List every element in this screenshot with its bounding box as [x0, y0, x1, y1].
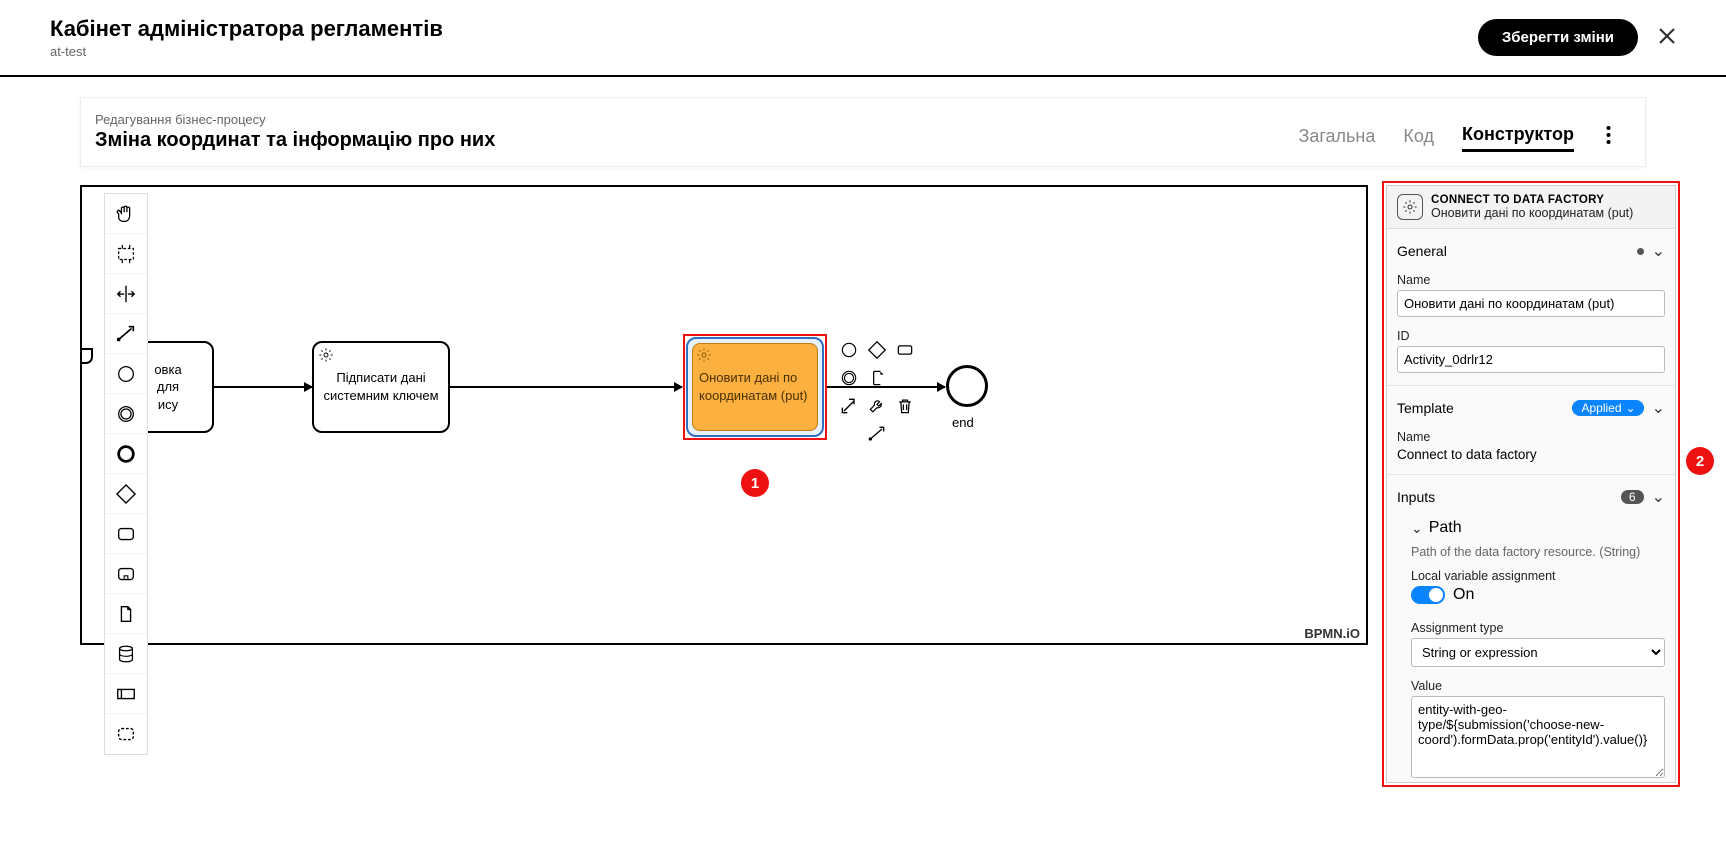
- panel-header-subtitle: Оновити дані по координатам (put): [1431, 206, 1633, 220]
- gear-icon: [318, 347, 334, 368]
- chevron-down-icon: ⌄: [1652, 398, 1665, 418]
- context-pad: [836, 337, 918, 447]
- annotation-selection-1: [683, 334, 827, 440]
- pad-wrench-icon[interactable]: [864, 393, 890, 419]
- tab-code[interactable]: Код: [1403, 126, 1434, 151]
- tool-start-event-icon[interactable]: [105, 354, 147, 394]
- callout-marker-1: 1: [741, 469, 769, 497]
- app-header: Кабінет адміністратора регламентів at-te…: [0, 0, 1726, 77]
- value-textarea[interactable]: [1411, 696, 1665, 778]
- changed-indicator-icon: [1637, 248, 1644, 255]
- tool-subprocess-icon[interactable]: [105, 554, 147, 594]
- inputs-count-badge: 6: [1621, 490, 1644, 504]
- field-label: Value: [1411, 679, 1665, 693]
- panel-header: CONNECT TO DATA FACTORY Оновити дані по …: [1387, 186, 1675, 229]
- task-sign[interactable]: Підписати дані системним ключем: [312, 341, 450, 433]
- app-title: Кабінет адміністратора регламентів: [50, 16, 443, 42]
- group-general-header[interactable]: General ⌄: [1387, 233, 1675, 269]
- tool-gateway-icon[interactable]: [105, 474, 147, 514]
- local-var-toggle[interactable]: [1411, 586, 1445, 604]
- field-label: Local variable assignment: [1411, 569, 1665, 583]
- chevron-down-icon: ⌄: [1652, 241, 1665, 261]
- field-label: Name: [1397, 430, 1665, 444]
- field-local-var: Local variable assignment On: [1387, 565, 1675, 617]
- field-label: Assignment type: [1411, 621, 1665, 635]
- assignment-type-select[interactable]: String or expression: [1411, 638, 1665, 667]
- chevron-down-icon: ⌄: [1626, 401, 1636, 415]
- tool-hand-icon[interactable]: [105, 194, 147, 234]
- pad-task-icon[interactable]: [892, 337, 918, 363]
- tab-designer[interactable]: Конструктор: [1462, 124, 1574, 152]
- sequence-flow[interactable]: [450, 386, 682, 388]
- task-label: овка для ису: [154, 361, 181, 414]
- tab-general[interactable]: Загальна: [1298, 126, 1375, 151]
- input-item-description: Path of the data factory resource. (Stri…: [1387, 545, 1675, 565]
- kebab-menu-icon[interactable]: [1602, 125, 1615, 151]
- task-label: Підписати дані системним ключем: [322, 369, 440, 404]
- tool-palette: [104, 193, 148, 755]
- tool-space-icon[interactable]: [105, 274, 147, 314]
- tool-data-object-icon[interactable]: [105, 594, 147, 634]
- tool-pool-icon[interactable]: [105, 674, 147, 714]
- chevron-down-icon: ⌄: [1411, 520, 1423, 537]
- id-input[interactable]: [1397, 346, 1665, 373]
- group-inputs-header[interactable]: Inputs 6 ⌄: [1387, 479, 1675, 515]
- input-item-path[interactable]: ⌄ Path: [1387, 515, 1675, 545]
- group-title: Template: [1397, 400, 1454, 416]
- pad-change-type-icon[interactable]: [836, 393, 862, 419]
- tool-data-store-icon[interactable]: [105, 634, 147, 674]
- properties-panel: CONNECT TO DATA FACTORY Оновити дані по …: [1386, 185, 1676, 783]
- panel-body[interactable]: General ⌄ Name ID Template Applied⌄: [1387, 229, 1675, 782]
- group-template-header[interactable]: Template Applied⌄ ⌄: [1387, 390, 1675, 426]
- close-icon[interactable]: [1658, 25, 1676, 51]
- field-id: ID: [1387, 325, 1675, 381]
- pad-gateway-icon[interactable]: [864, 337, 890, 363]
- tabs: Загальна Код Конструктор: [1298, 124, 1615, 152]
- end-event-label: end: [952, 415, 974, 430]
- main-area: овка для ису Підписати дані системним кл…: [0, 167, 1726, 783]
- end-event[interactable]: [946, 365, 988, 407]
- tool-connect-icon[interactable]: [105, 314, 147, 354]
- template-applied-badge[interactable]: Applied⌄: [1572, 400, 1644, 416]
- breadcrumb: Редагування бізнес-процесу: [95, 112, 495, 127]
- pad-delete-icon[interactable]: [892, 393, 918, 419]
- field-label: ID: [1397, 329, 1665, 343]
- toggle-on-label: On: [1453, 586, 1474, 604]
- chevron-down-icon: ⌄: [1652, 487, 1665, 507]
- bpmn-canvas[interactable]: овка для ису Підписати дані системним кл…: [80, 185, 1368, 645]
- tool-intermediate-event-icon[interactable]: [105, 394, 147, 434]
- pad-intermediate-event-icon[interactable]: [836, 365, 862, 391]
- group-title: Inputs: [1397, 489, 1435, 505]
- canvas-wrap: овка для ису Підписати дані системним кл…: [80, 185, 1368, 783]
- panel-header-title: CONNECT TO DATA FACTORY: [1431, 194, 1633, 206]
- tool-task-icon[interactable]: [105, 514, 147, 554]
- field-template-name: Name Connect to data factory: [1387, 426, 1675, 470]
- field-assignment-type: Assignment type String or expression: [1387, 617, 1675, 675]
- bpmn-logo: BPMN.iO: [1304, 626, 1360, 641]
- tool-group-icon[interactable]: [105, 714, 147, 754]
- gear-icon: [1397, 194, 1423, 220]
- pad-annotation-icon[interactable]: [864, 365, 890, 391]
- save-button[interactable]: Зберегти зміни: [1478, 19, 1638, 56]
- group-title: General: [1397, 243, 1447, 259]
- field-value: Value Start typing "${}" to create an ex…: [1387, 675, 1675, 782]
- process-title: Зміна координат та інформацію про них: [95, 129, 495, 152]
- clipped-shape-icon: [80, 347, 96, 377]
- field-label: Name: [1397, 273, 1665, 287]
- tool-end-event-icon[interactable]: [105, 434, 147, 474]
- input-item-label: Path: [1429, 519, 1462, 537]
- pad-start-event-icon[interactable]: [836, 337, 862, 363]
- app-subtitle: at-test: [50, 44, 443, 59]
- properties-panel-wrap: 2 CONNECT TO DATA FACTORY Оновити дані п…: [1386, 185, 1676, 783]
- pad-connect-icon[interactable]: [864, 421, 890, 447]
- tool-lasso-icon[interactable]: [105, 234, 147, 274]
- name-input[interactable]: [1397, 290, 1665, 317]
- sequence-flow[interactable]: [214, 386, 312, 388]
- template-name-value: Connect to data factory: [1397, 447, 1665, 462]
- process-header: Редагування бізнес-процесу Зміна координ…: [80, 97, 1646, 167]
- callout-marker-2: 2: [1686, 447, 1714, 475]
- field-name: Name: [1387, 269, 1675, 325]
